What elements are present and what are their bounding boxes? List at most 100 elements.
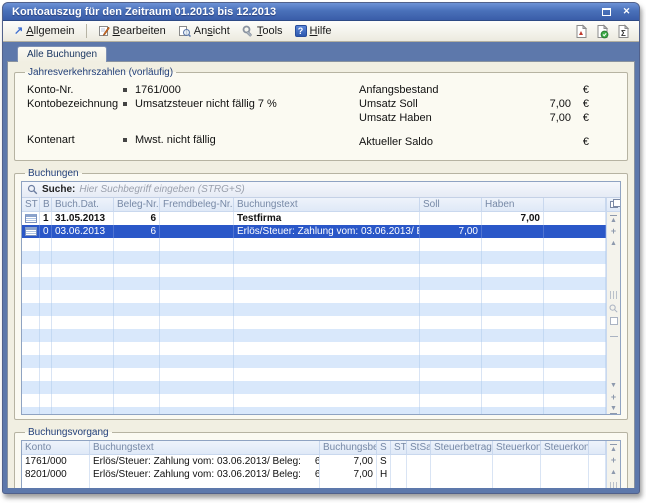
scroll-last-button[interactable] [609, 404, 619, 414]
process-grid: Konto Buchungstext Buchungsbetrag S ST S… [21, 440, 621, 488]
search-label: Suche: [42, 184, 75, 195]
empty-row [22, 368, 606, 381]
empty-row [22, 381, 606, 394]
col-steuerbetrag[interactable]: Steuerbetrag [431, 441, 493, 454]
process-row[interactable]: 1761/000 Erlös/Steuer: Zahlung vom: 03.0… [22, 455, 606, 468]
table-row-icon [25, 227, 37, 236]
column-options-button[interactable] [610, 291, 618, 299]
empty-row [22, 481, 606, 488]
empty-row [22, 316, 606, 329]
empty-rows-area [22, 481, 606, 488]
col-konto[interactable]: Konto [22, 441, 90, 454]
col-haben[interactable]: Haben [482, 198, 544, 211]
col-filler [589, 441, 606, 454]
table-row-icon [25, 214, 37, 223]
empty-row [22, 277, 606, 290]
col-soll[interactable]: Soll [420, 198, 482, 211]
booking-row-selected[interactable]: 0 03.06.2013 6 Erlös/Steuer: Zahlung vom… [22, 225, 606, 238]
menu-tools-label: Tools [257, 25, 283, 37]
col-st[interactable]: ST [22, 198, 40, 211]
document-sum-icon: Σ [617, 24, 630, 39]
document-export-icon [575, 24, 588, 39]
empty-rows-area [22, 238, 606, 414]
col-fremdbeleg-nr[interactable]: Fremdbeleg-Nr. [160, 198, 234, 211]
scroll-first-button[interactable] [609, 443, 619, 453]
maximize-button[interactable] [600, 6, 613, 18]
tab-bar: Alle Buchungen [7, 42, 635, 61]
svg-text:Σ: Σ [621, 29, 626, 38]
menu-tools[interactable]: Tools [237, 24, 288, 38]
scroll-first-button[interactable] [609, 214, 619, 224]
field-umsatz-haben: Umsatz Haben 7,00 € [359, 111, 611, 125]
group-jahresverkehrszahlen: Jahresverkehrszahlen (vorläufig) Konto-N… [14, 67, 628, 161]
menu-ansicht[interactable]: Ansicht [173, 24, 235, 38]
booking-row[interactable]: 1 31.05.2013 6 Testfirma 7,00 [22, 212, 606, 225]
column-options-button[interactable] [610, 482, 618, 488]
col-buchungstext[interactable]: Buchungstext [234, 198, 420, 211]
row-type-cell [22, 212, 40, 225]
bookings-grid: Suche: Hier Suchbegriff eingeben (STRG+S… [21, 181, 621, 415]
process-scroll-strip [606, 441, 620, 488]
title-bar[interactable]: Kontoauszug für den Zeitraum 01.2013 bis… [3, 3, 639, 21]
col-buchdat[interactable]: Buch.Dat. [52, 198, 114, 211]
col-s[interactable]: S [377, 441, 391, 454]
menu-hilfe-label: Hilfe [310, 25, 332, 37]
scroll-up-button[interactable] [609, 238, 619, 248]
search-input[interactable]: Suche: Hier Suchbegriff eingeben (STRG+S… [22, 182, 620, 198]
help-icon: ? [295, 25, 307, 37]
grid-settings-button[interactable] [610, 317, 618, 325]
split-view-button[interactable] [610, 329, 618, 337]
tools-icon [242, 25, 254, 37]
col-beleg-nr[interactable]: Beleg-Nr. [114, 198, 160, 211]
insert-row-button[interactable] [609, 455, 619, 465]
col-b[interactable]: B [40, 198, 52, 211]
empty-row [22, 303, 606, 316]
document-check-icon [596, 24, 609, 39]
col-st[interactable]: ST [391, 441, 407, 454]
col-steuerkonto-2[interactable]: Steuerkonto 2 [541, 441, 589, 454]
maximize-icon [602, 8, 611, 16]
empty-row [22, 407, 606, 414]
arrow-up-right-icon: ↗ [14, 26, 23, 36]
window-frame: Alle Buchungen Jahresverkehrszahlen (vor… [3, 42, 639, 492]
umsatz-soll-value: 7,00 [501, 98, 571, 110]
grid-menu-button[interactable] [607, 198, 620, 212]
col-buchungstext[interactable]: Buchungstext [90, 441, 320, 454]
col-steuerkonto-1[interactable]: Steuerkonto 1 [493, 441, 541, 454]
append-row-button[interactable] [609, 392, 619, 402]
scroll-down-button[interactable] [609, 380, 619, 390]
bullet-icon [123, 102, 127, 106]
app-window: Kontoauszug für den Zeitraum 01.2013 bis… [2, 2, 640, 494]
menu-bearbeiten-label: Bearbeiten [113, 25, 166, 37]
col-buchungsbetrag[interactable]: Buchungsbetrag [320, 441, 377, 454]
empty-row [22, 238, 606, 251]
menu-hilfe[interactable]: ? Hilfe [290, 24, 337, 38]
field-aktueller-saldo: Aktueller Saldo € [359, 135, 611, 149]
group-buchungsvorgang: Buchungsvorgang Konto Buchungstext Buchu… [14, 427, 628, 488]
field-konto-nr: Konto-Nr. 1761/000 [27, 83, 345, 97]
zoom-button[interactable] [609, 303, 619, 313]
menu-bearbeiten[interactable]: Bearbeiten [93, 24, 171, 38]
group-title: Jahresverkehrszahlen (vorläufig) [25, 67, 176, 78]
close-button[interactable]: ✕ [620, 6, 633, 18]
window-title: Kontoauszug für den Zeitraum 01.2013 bis… [12, 6, 600, 18]
toolbar-separator [86, 24, 87, 38]
content-area: Jahresverkehrszahlen (vorläufig) Konto-N… [7, 61, 635, 488]
export-report-button[interactable] [572, 23, 591, 40]
empty-row [22, 251, 606, 264]
confirm-posting-button[interactable] [593, 23, 612, 40]
col-filler [544, 198, 606, 211]
empty-row [22, 355, 606, 368]
umsatz-haben-value: 7,00 [501, 112, 571, 124]
menu-allgemein[interactable]: ↗ Allgemein [9, 24, 80, 38]
tab-alle-buchungen[interactable]: Alle Buchungen [17, 46, 107, 62]
insert-row-button[interactable] [609, 226, 619, 236]
empty-row [22, 394, 606, 407]
process-row[interactable]: 8201/000 Erlös/Steuer: Zahlung vom: 03.0… [22, 468, 606, 481]
bookings-scroll-strip [606, 198, 620, 414]
totals-button[interactable]: Σ [614, 23, 633, 40]
empty-row [22, 329, 606, 342]
group-title: Buchungen [25, 168, 82, 179]
scroll-up-button[interactable] [609, 467, 619, 477]
col-stsatz[interactable]: StSatz [407, 441, 431, 454]
